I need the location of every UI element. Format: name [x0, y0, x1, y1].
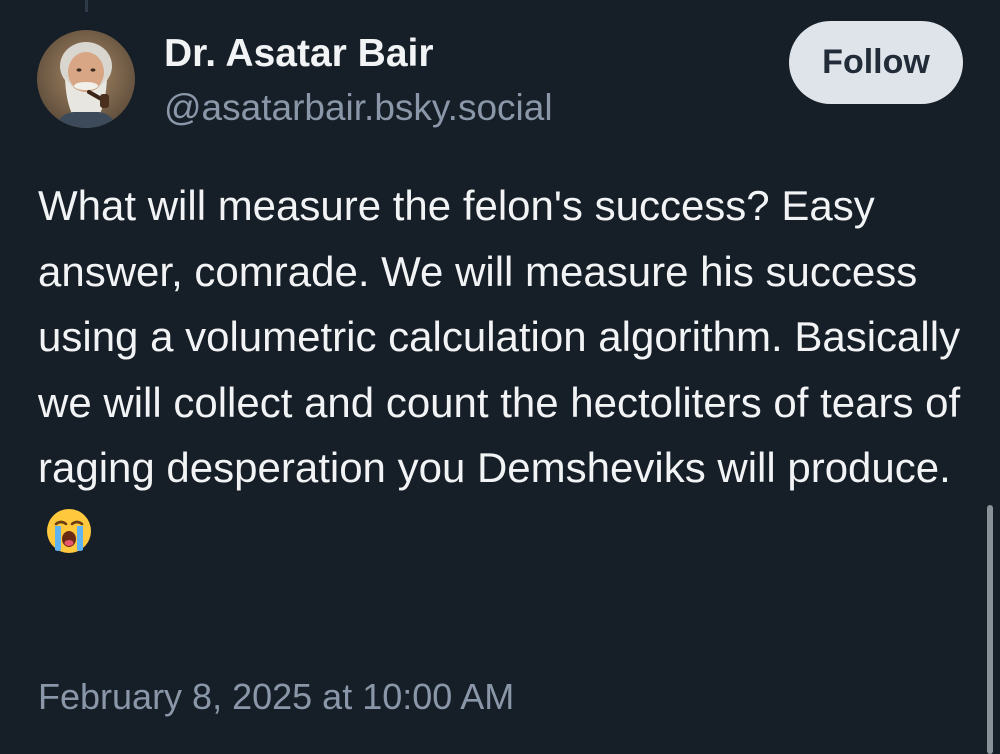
loudly-crying-face-icon: [44, 506, 94, 556]
scrollbar-thumb[interactable]: [987, 505, 993, 754]
author-display-name[interactable]: Dr. Asatar Bair: [164, 32, 434, 76]
post-timestamp[interactable]: February 8, 2025 at 10:00 AM: [38, 676, 514, 718]
follow-button[interactable]: Follow: [789, 21, 963, 104]
avatar[interactable]: [37, 30, 135, 128]
thread-connector-line: [85, 0, 88, 12]
author-handle[interactable]: @asatarbair.bsky.social: [164, 87, 553, 129]
avatar-image: [37, 30, 135, 128]
post-text: What will measure the felon's success? E…: [38, 173, 983, 566]
post-text-content: What will measure the felon's success? E…: [38, 182, 961, 491]
